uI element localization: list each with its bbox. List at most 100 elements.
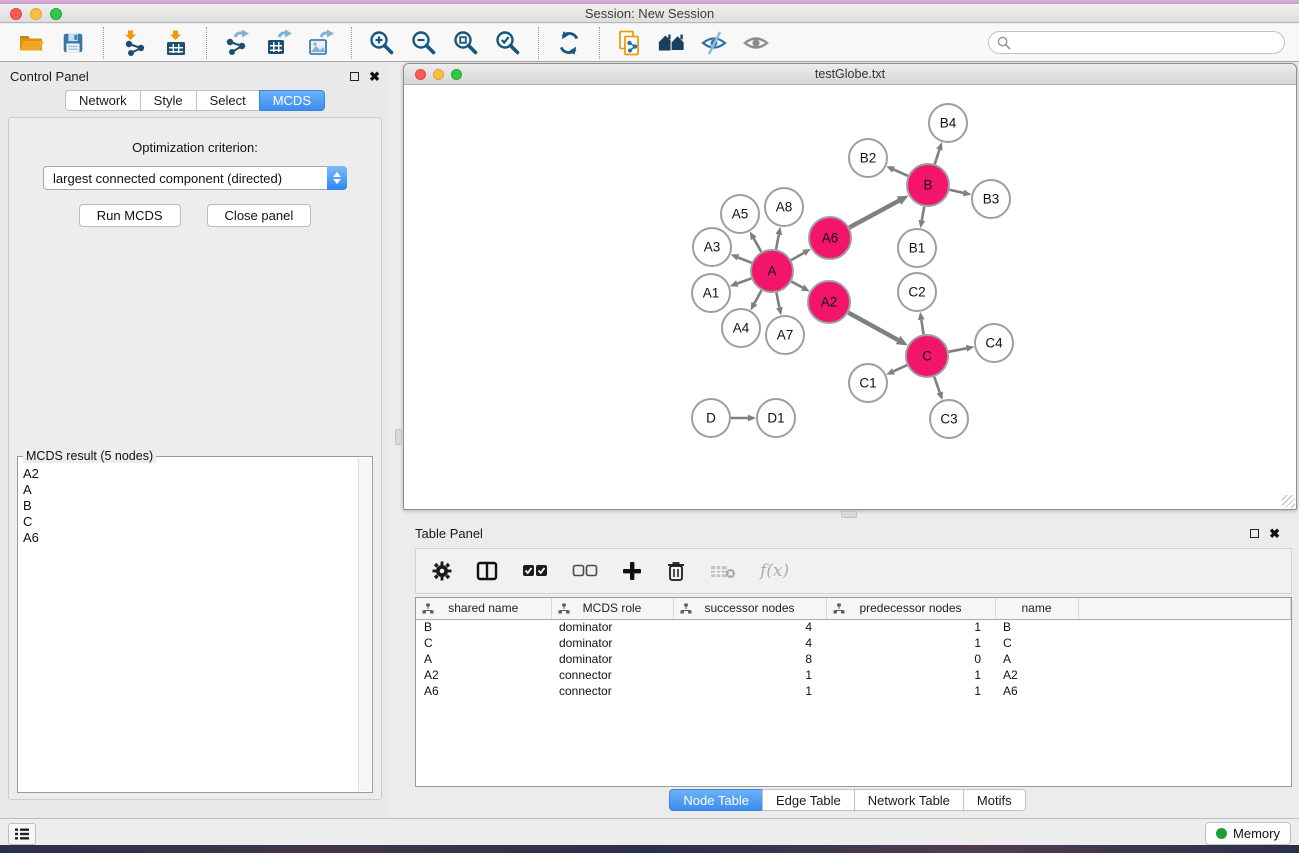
search-input[interactable] [1016, 36, 1276, 50]
graph-node[interactable]: C [906, 335, 948, 377]
graph-node[interactable]: C1 [849, 364, 887, 402]
network-minimize-button[interactable] [433, 69, 444, 80]
table-cell[interactable]: dominator [551, 619, 673, 635]
tab-node-table[interactable]: Node Table [669, 789, 763, 811]
table-cell[interactable]: dominator [551, 635, 673, 651]
memory-button[interactable]: Memory [1205, 822, 1291, 845]
column-header[interactable]: MCDS role [551, 598, 673, 619]
function-builder-icon[interactable]: f(x) [760, 561, 789, 581]
new-network-from-selection-button[interactable] [609, 26, 651, 60]
table-cell[interactable]: 1 [673, 667, 826, 683]
graph-node[interactable]: A5 [721, 195, 759, 233]
import-network-button[interactable] [113, 26, 155, 60]
graph-node[interactable]: A7 [766, 316, 804, 354]
table-cell[interactable]: dominator [551, 651, 673, 667]
network-graph[interactable]: B4B2BB3A8A5A6A3B1AC2A1A2A4A7C4CC1C3DD1 [404, 86, 1296, 509]
table-cell[interactable]: 1 [826, 619, 995, 635]
import-table-button[interactable] [155, 26, 197, 60]
graph-edge[interactable] [775, 227, 782, 250]
tab-style[interactable]: Style [140, 90, 197, 111]
tab-edge-table[interactable]: Edge Table [762, 789, 855, 811]
export-image-button[interactable] [300, 26, 342, 60]
graph-edge[interactable] [848, 313, 907, 346]
show-column-panel-icon[interactable] [476, 561, 498, 581]
column-header[interactable]: successor nodes [673, 598, 826, 619]
float-panel-icon[interactable] [350, 72, 359, 81]
table-cell[interactable]: A6 [416, 683, 551, 699]
graph-edge[interactable] [791, 282, 809, 292]
table-row[interactable]: Cdominator41C [416, 635, 1291, 651]
select-all-columns-icon[interactable] [522, 564, 548, 578]
graph-edge[interactable] [731, 254, 752, 263]
splitpane-grip-vertical[interactable] [395, 429, 402, 445]
result-item[interactable]: A2 [19, 466, 358, 482]
graph-node[interactable]: B [907, 164, 949, 206]
export-table-button[interactable] [258, 26, 300, 60]
graph-edge[interactable] [934, 377, 943, 400]
table-cell[interactable]: 4 [673, 619, 826, 635]
graph-node[interactable]: C2 [898, 273, 936, 311]
tab-network[interactable]: Network [65, 90, 141, 111]
table-row[interactable]: A2connector11A2 [416, 667, 1291, 683]
graph-node[interactable]: A [751, 250, 793, 292]
table-row[interactable]: Bdominator41B [416, 619, 1291, 635]
table-cell[interactable]: A [416, 651, 551, 667]
result-item[interactable]: A6 [19, 530, 358, 546]
tab-mcds[interactable]: MCDS [259, 90, 325, 111]
home-button[interactable] [651, 26, 693, 60]
close-table-panel-icon[interactable]: ✖ [1269, 527, 1280, 540]
show-graphics-details-button[interactable] [735, 26, 777, 60]
table-cell[interactable]: A [995, 651, 1078, 667]
graph-node[interactable]: C3 [930, 400, 968, 438]
graph-edge[interactable] [886, 166, 908, 176]
table-cell[interactable]: A6 [995, 683, 1078, 699]
graph-edge[interactable] [918, 207, 925, 229]
node-table[interactable]: shared nameMCDS rolesuccessor nodesprede… [415, 597, 1292, 787]
graph-edge[interactable] [918, 312, 925, 335]
network-window-titlebar[interactable]: testGlobe.txt [404, 64, 1296, 85]
graph-node[interactable]: B1 [898, 229, 936, 267]
graph-edge[interactable] [935, 142, 943, 164]
table-cell[interactable]: A2 [416, 667, 551, 683]
zoom-selected-button[interactable] [487, 26, 529, 60]
table-cell[interactable]: 1 [826, 635, 995, 651]
network-zoom-button[interactable] [451, 69, 462, 80]
result-list-scrollbar[interactable] [358, 458, 371, 791]
network-canvas[interactable]: B4B2BB3A8A5A6A3B1AC2A1A2A4A7C4CC1C3DD1 [404, 86, 1296, 509]
graph-edge[interactable] [849, 195, 908, 227]
task-history-button[interactable] [8, 823, 36, 845]
graph-edge[interactable] [731, 415, 756, 422]
table-cell[interactable]: B [416, 619, 551, 635]
float-table-panel-icon[interactable] [1250, 529, 1259, 538]
graph-node[interactable]: A4 [722, 309, 760, 347]
close-panel-icon[interactable]: ✖ [369, 70, 380, 83]
zoom-in-button[interactable] [361, 26, 403, 60]
table-row[interactable]: Adominator80A [416, 651, 1291, 667]
table-cell[interactable]: B [995, 619, 1078, 635]
hide-graphics-details-button[interactable] [693, 26, 735, 60]
splitpane-grip-horizontal[interactable] [841, 511, 857, 518]
refresh-button[interactable] [548, 26, 590, 60]
table-cell[interactable]: C [416, 635, 551, 651]
table-cell[interactable]: 4 [673, 635, 826, 651]
graph-edge[interactable] [886, 365, 907, 375]
graph-edge[interactable] [949, 190, 971, 197]
table-cell[interactable]: 0 [826, 651, 995, 667]
graph-node[interactable]: A1 [692, 274, 730, 312]
export-network-button[interactable] [216, 26, 258, 60]
criterion-select[interactable]: largest connected component (directed) [43, 166, 347, 190]
table-cell[interactable]: 1 [826, 683, 995, 699]
graph-edge[interactable] [730, 278, 751, 286]
run-mcds-button[interactable]: Run MCDS [79, 204, 181, 227]
graph-edge[interactable] [751, 290, 762, 310]
column-header[interactable]: shared name [416, 598, 551, 619]
result-item[interactable]: A [19, 482, 358, 498]
window-resize-grip[interactable] [1282, 495, 1295, 508]
search-field[interactable] [988, 31, 1285, 54]
graph-node[interactable]: A6 [809, 217, 851, 259]
graph-node[interactable]: D [692, 399, 730, 437]
save-session-button[interactable] [52, 26, 94, 60]
network-close-button[interactable] [415, 69, 426, 80]
graph-node[interactable]: A3 [693, 228, 731, 266]
tab-network-table[interactable]: Network Table [854, 789, 964, 811]
